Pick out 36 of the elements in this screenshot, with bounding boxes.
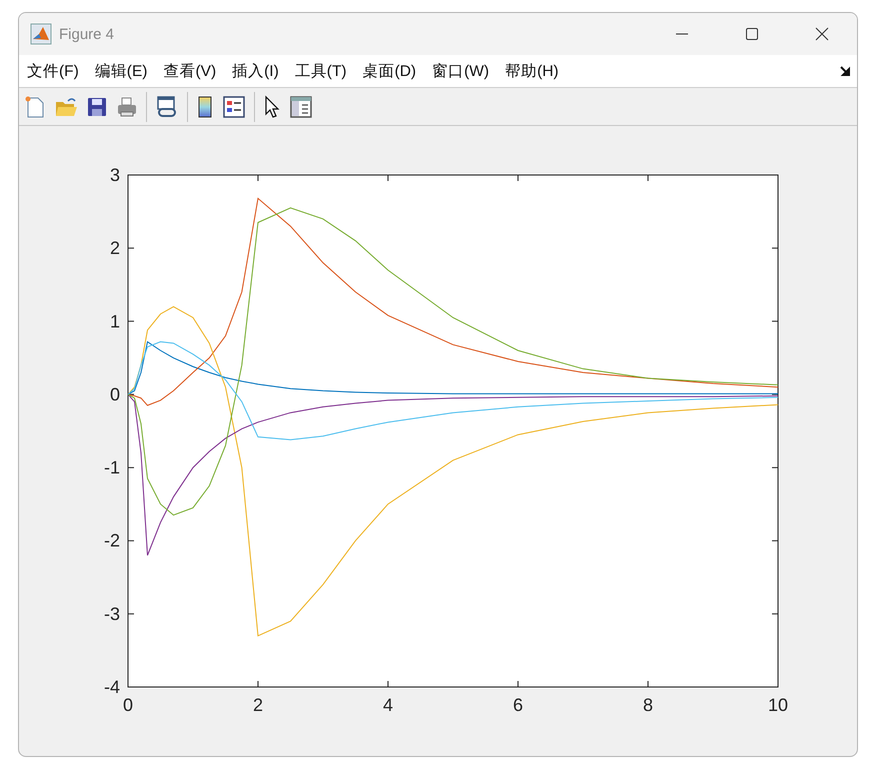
menu-item[interactable]: 插入(I) <box>232 60 287 82</box>
minimize-icon <box>675 33 689 35</box>
tick-label: 6 <box>513 695 523 715</box>
menu-item[interactable]: 帮助(H) <box>505 60 567 82</box>
menu-item[interactable]: 窗口(W) <box>432 60 498 82</box>
dock-arrow-icon[interactable] <box>840 66 851 77</box>
menu-item[interactable]: 文件(F) <box>27 60 87 82</box>
close-icon <box>815 27 829 41</box>
save-icon[interactable] <box>86 96 108 118</box>
tick-label: -1 <box>104 458 120 478</box>
pointer-icon[interactable] <box>263 94 281 119</box>
maximize-icon <box>745 27 759 41</box>
print-icon[interactable] <box>116 96 138 118</box>
menu-item[interactable]: 工具(T) <box>294 60 355 82</box>
tick-label: -3 <box>104 604 120 624</box>
tick-label: 1 <box>110 311 120 332</box>
tick-label: 0 <box>123 695 133 715</box>
tick-label: 10 <box>768 695 788 715</box>
property-panel-icon[interactable] <box>289 94 313 119</box>
tick-label: 2 <box>253 695 263 715</box>
menu-item[interactable]: 编辑(E) <box>94 60 156 82</box>
menu-item[interactable]: 桌面(D) <box>362 60 424 82</box>
menu-item[interactable]: 查看(V) <box>163 60 224 82</box>
new-file-icon[interactable] <box>24 96 46 118</box>
tick-label: 8 <box>643 695 653 715</box>
window-title: Figure 4 <box>59 26 114 42</box>
colorbar-icon[interactable] <box>196 94 214 119</box>
app-logo-icon <box>30 23 52 45</box>
tick-label: 3 <box>110 165 120 185</box>
tick-label: -4 <box>104 677 120 697</box>
linked-windows-icon[interactable] <box>155 94 179 119</box>
legend-icon[interactable] <box>222 94 246 119</box>
tick-label: -2 <box>104 530 120 551</box>
tick-label: 2 <box>110 238 120 258</box>
tick-label: 0 <box>110 384 120 404</box>
tick-label: 4 <box>383 695 393 715</box>
